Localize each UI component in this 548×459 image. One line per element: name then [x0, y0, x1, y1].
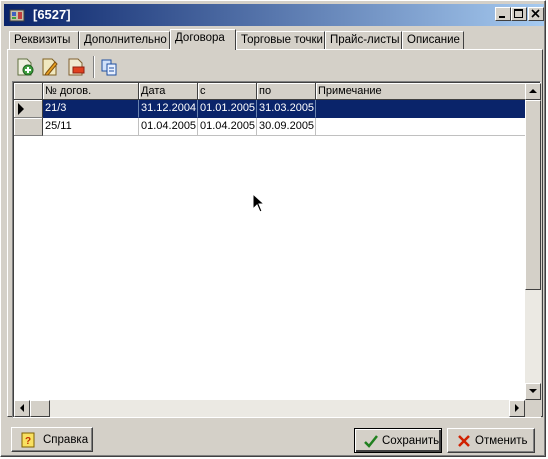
dialog-window: [6527] Реквизиты Дополнительно Договора … [0, 0, 546, 457]
help-icon: ? [21, 432, 35, 448]
tab-dogovora[interactable]: Договора [170, 29, 236, 50]
arrow-up-icon [529, 89, 537, 93]
copy-button[interactable] [99, 57, 119, 77]
save-button[interactable]: Сохранить [354, 428, 442, 453]
scroll-up-button[interactable] [525, 83, 541, 100]
arrow-right-icon [515, 404, 519, 412]
maximize-button[interactable] [511, 7, 527, 21]
add-button[interactable] [15, 57, 35, 77]
window-title: [6527] [33, 7, 71, 22]
cell-from[interactable]: 01.01.2005 [198, 100, 257, 118]
cell-from[interactable]: 01.04.2005 [198, 118, 257, 136]
row-indicator[interactable] [14, 118, 43, 136]
cell-to[interactable]: 31.03.2005 [257, 100, 316, 118]
row-indicator[interactable] [14, 100, 43, 118]
cell-number[interactable]: 21/3 [43, 100, 139, 118]
column-header-number[interactable]: № догов. [43, 83, 139, 100]
vertical-scrollbar[interactable] [525, 83, 541, 400]
app-icon [9, 9, 25, 22]
cell-note[interactable] [316, 100, 526, 118]
title-bar[interactable]: [6527] [4, 4, 544, 26]
minimize-icon [499, 16, 505, 18]
cell-number[interactable]: 25/11 [43, 118, 139, 136]
horizontal-scrollbar[interactable] [14, 400, 525, 417]
tab-opisanie[interactable]: Описание [402, 31, 464, 49]
svg-text:?: ? [25, 436, 31, 447]
arrow-left-icon [20, 404, 24, 412]
copy-icon [101, 59, 117, 76]
save-button-label: Сохранить [382, 435, 440, 447]
scrollbar-corner [525, 400, 541, 417]
maximize-icon [514, 9, 523, 18]
scroll-right-button[interactable] [509, 400, 525, 417]
column-header-to[interactable]: по [257, 83, 316, 100]
minimize-button[interactable] [495, 7, 511, 21]
cancel-button[interactable]: Отменить [447, 428, 535, 453]
column-header-note[interactable]: Примечание [316, 83, 526, 100]
tab-torgovye-tochki[interactable]: Торговые точки [236, 31, 325, 49]
column-header-from[interactable]: с [198, 83, 257, 100]
cell-to[interactable]: 30.09.2005 [257, 118, 316, 136]
cell-note[interactable] [316, 118, 526, 136]
close-icon [531, 9, 540, 18]
cell-date[interactable]: 01.04.2005 [139, 118, 198, 136]
scroll-down-button[interactable] [525, 383, 541, 400]
mouse-pointer-icon [252, 193, 266, 213]
contracts-grid[interactable]: № догов. Дата с по Примечание 21/3 31.12… [12, 81, 541, 418]
checkmark-icon [364, 435, 378, 448]
help-button[interactable]: ? Справка [11, 427, 93, 452]
edit-icon [42, 58, 58, 76]
arrow-down-icon [529, 389, 537, 393]
cell-date[interactable]: 31.12.2004 [139, 100, 198, 118]
tab-rekvizity[interactable]: Реквизиты [9, 31, 79, 49]
add-icon [17, 58, 34, 76]
delete-button[interactable] [66, 57, 86, 77]
help-button-label: Справка [43, 434, 89, 446]
toolbar-separator [93, 56, 95, 78]
tab-prais-listy[interactable]: Прайс-листы [325, 31, 402, 49]
tab-dopolnitelno[interactable]: Дополнительно [79, 31, 170, 49]
delete-icon [68, 58, 85, 76]
scroll-left-button[interactable] [14, 400, 30, 417]
cross-icon [458, 435, 470, 447]
cancel-button-label: Отменить [475, 435, 528, 447]
header-indicator [14, 83, 43, 100]
edit-button[interactable] [40, 57, 60, 77]
close-button[interactable] [528, 7, 544, 21]
column-header-date[interactable]: Дата [139, 83, 198, 100]
current-row-arrow-icon [18, 103, 24, 115]
vertical-scroll-thumb[interactable] [525, 100, 541, 290]
horizontal-scroll-thumb[interactable] [30, 400, 50, 417]
